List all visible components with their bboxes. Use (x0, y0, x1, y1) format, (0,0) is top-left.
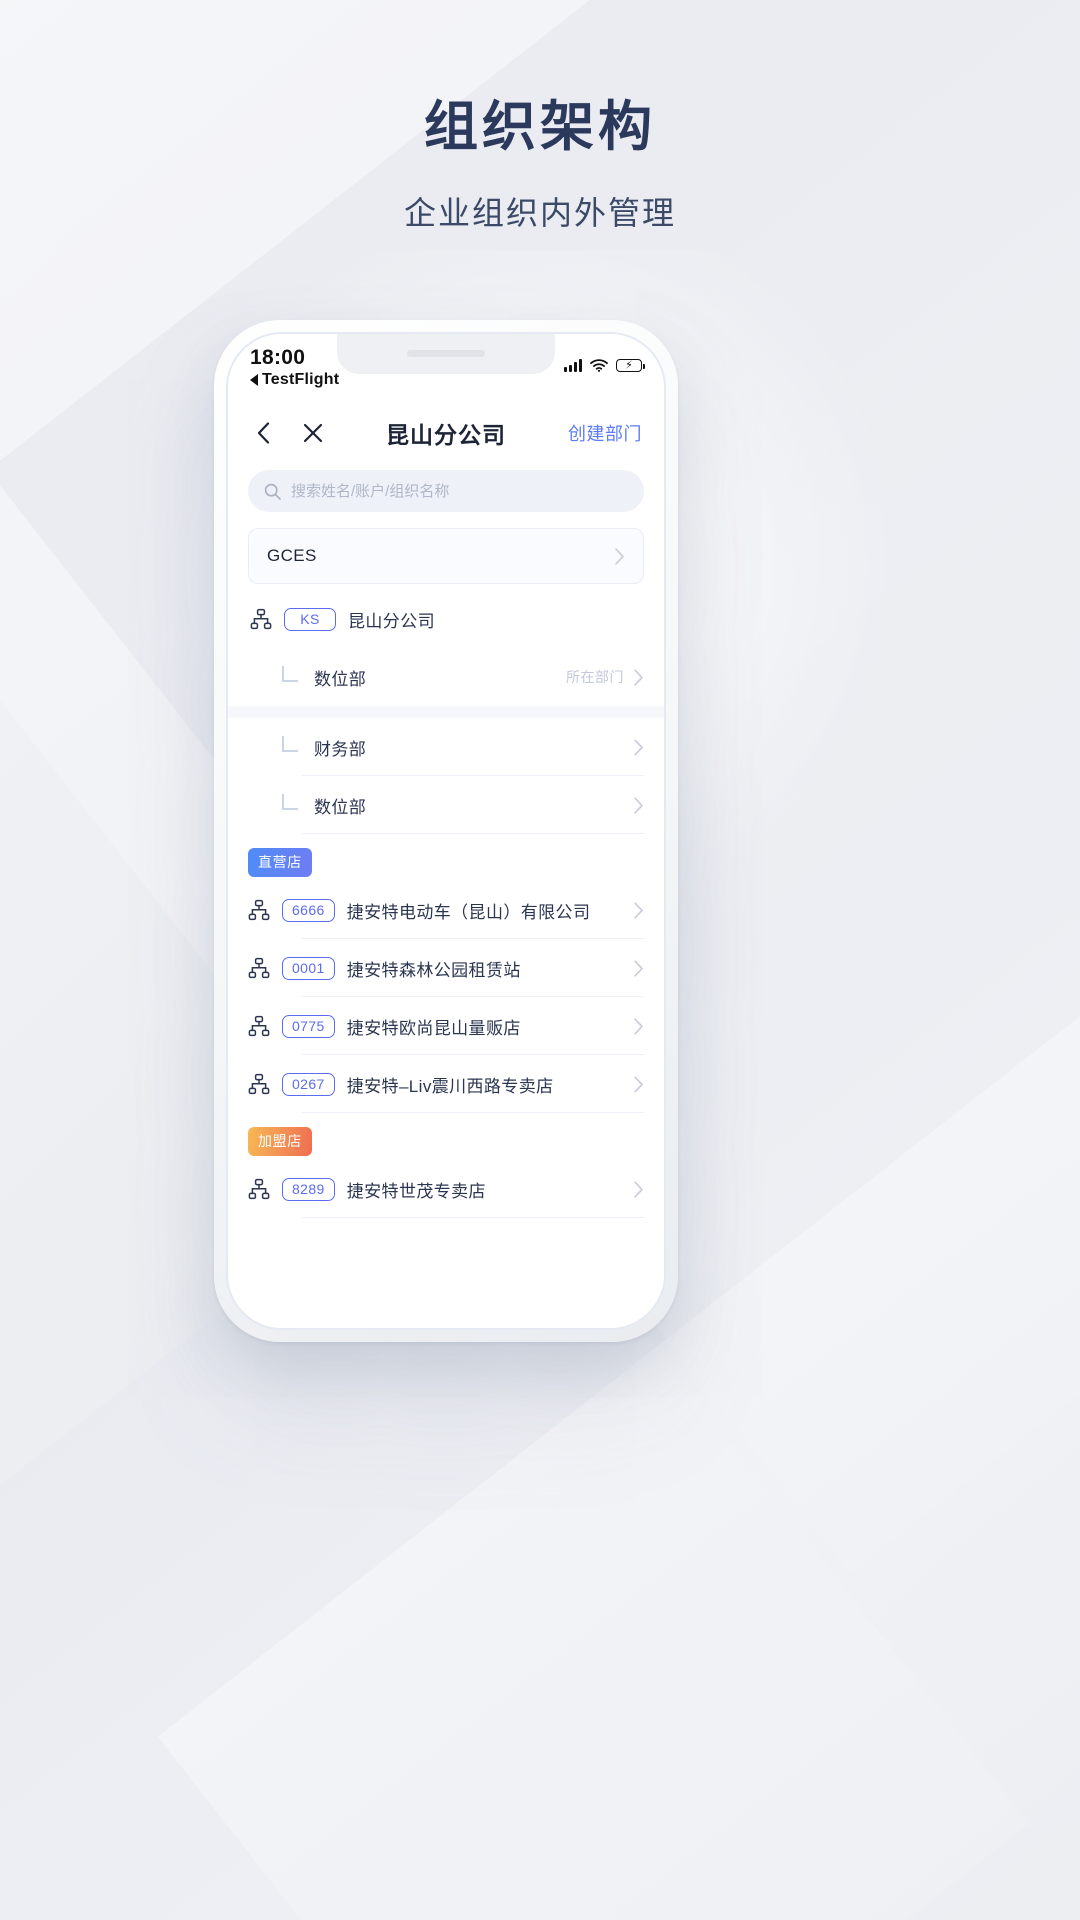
tree-elbow-icon (282, 666, 298, 682)
hero-heading-group: 组织架构 企业组织内外管理 (0, 96, 1080, 234)
store-row[interactable]: 0001 捷安特森林公园租赁站 (228, 939, 664, 997)
search-input[interactable] (291, 482, 628, 500)
cellular-signal-icon (564, 359, 582, 372)
chevron-right-icon (634, 738, 644, 756)
page-title: 组织架构 (424, 97, 656, 157)
store-name-label: 捷安特森林公园租赁站 (346, 960, 521, 980)
store-name-label: 捷安特欧尚昆山量贩店 (346, 1018, 521, 1038)
tree-elbow-icon (282, 794, 298, 810)
store-code-badge: 0001 (282, 956, 335, 980)
tree-root-label: 昆山分公司 (348, 611, 435, 631)
tree-child-label: 数位部 (314, 797, 367, 817)
tree-root-row[interactable]: KS 昆山分公司 (228, 590, 664, 648)
page-subtitle: 企业组织内外管理 (403, 195, 676, 232)
search-icon (264, 483, 281, 500)
tree-child-row-digital[interactable]: 数位部 (228, 776, 664, 834)
chevron-right-icon (634, 796, 644, 814)
store-name-label: 捷安特电动车（昆山）有限公司 (346, 902, 591, 922)
status-badge-direct-store: 直营店 (248, 848, 312, 877)
status-back-to-app[interactable]: TestFlight (250, 371, 339, 389)
search-box[interactable] (248, 470, 644, 512)
org-chart-icon (248, 957, 270, 979)
close-button[interactable] (300, 420, 326, 446)
org-root-card-label: GCES (267, 546, 317, 565)
status-time: 18:00 (250, 346, 306, 369)
phone-mockup: 18:00 TestFlight ⚡ 昆山分公司 创建部门 搜索姓名/账户/组织… (214, 320, 678, 1342)
chevron-right-icon (615, 547, 625, 565)
search-bar-container (228, 464, 664, 526)
tree-child-row-current[interactable]: 数位部 所在部门 (228, 648, 664, 706)
chevron-right-icon (634, 959, 644, 977)
chevron-right-icon (634, 668, 644, 686)
chevron-right-icon (634, 1180, 644, 1198)
phone-bezel: 18:00 TestFlight ⚡ 昆山分公司 创建部门 搜索姓名/账户/组织… (226, 332, 666, 1330)
store-row[interactable]: 0775 捷安特欧尚昆山量贩店 (228, 997, 664, 1055)
store-row[interactable]: 0267 捷安特–Liv震川西路专卖店 (228, 1055, 664, 1113)
group-tag-row-franchise: 加盟店 (228, 1113, 664, 1160)
store-code-badge: 0267 (282, 1072, 335, 1096)
org-root-card-gces[interactable]: GCES (248, 528, 644, 584)
org-chart-icon (248, 1073, 270, 1095)
current-department-tag: 所在部门 (566, 669, 624, 685)
store-row[interactable]: 8289 捷安特世茂专卖店 (228, 1160, 664, 1218)
wifi-icon (590, 359, 608, 372)
tree-elbow-icon (282, 736, 298, 752)
tree-root-badge: KS (284, 607, 336, 631)
nav-left-group (250, 420, 368, 446)
tree-child-label: 财务部 (314, 739, 367, 759)
store-code-badge: 6666 (282, 898, 335, 922)
chevron-right-icon (634, 1075, 644, 1093)
organization-list[interactable]: GCES KS 昆山分公司 数位部 所在部门 财务部 数位部 直营店 6666 … (228, 526, 664, 1328)
chevron-right-icon (634, 1017, 644, 1035)
tree-child-row-finance[interactable]: 财务部 (228, 718, 664, 776)
back-button[interactable] (250, 420, 276, 446)
org-chart-icon (248, 1015, 270, 1037)
section-divider (228, 706, 664, 718)
tree-child-label: 数位部 (314, 669, 367, 689)
phone-screen: 18:00 TestFlight ⚡ 昆山分公司 创建部门 搜索姓名/账户/组织… (228, 334, 664, 1328)
store-name-label: 捷安特–Liv震川西路专卖店 (346, 1076, 554, 1096)
store-name-label: 捷安特世茂专卖店 (346, 1181, 486, 1201)
org-chart-icon (248, 1178, 270, 1200)
status-badge-franchise-store: 加盟店 (248, 1127, 312, 1156)
create-department-button[interactable]: 创建部门 (524, 420, 642, 446)
battery-charging-icon: ⚡ (616, 359, 645, 372)
triangle-left-icon (250, 374, 258, 387)
chevron-right-icon (634, 901, 644, 919)
store-code-badge: 8289 (282, 1177, 335, 1201)
status-back-app-label: TestFlight (262, 371, 340, 389)
org-chart-icon (250, 608, 272, 630)
status-bar-left: 18:00 TestFlight (250, 346, 339, 389)
page-nav-title: 昆山分公司 (386, 422, 506, 448)
store-code-badge: 0775 (282, 1014, 335, 1038)
group-tag-row-direct: 直营店 (228, 834, 664, 881)
status-bar-right: ⚡ (564, 346, 645, 372)
status-bar: 18:00 TestFlight ⚡ (228, 334, 664, 402)
store-row[interactable]: 6666 捷安特电动车（昆山）有限公司 (228, 881, 664, 939)
org-chart-icon (248, 899, 270, 921)
navigation-bar: 昆山分公司 创建部门 (228, 402, 664, 464)
